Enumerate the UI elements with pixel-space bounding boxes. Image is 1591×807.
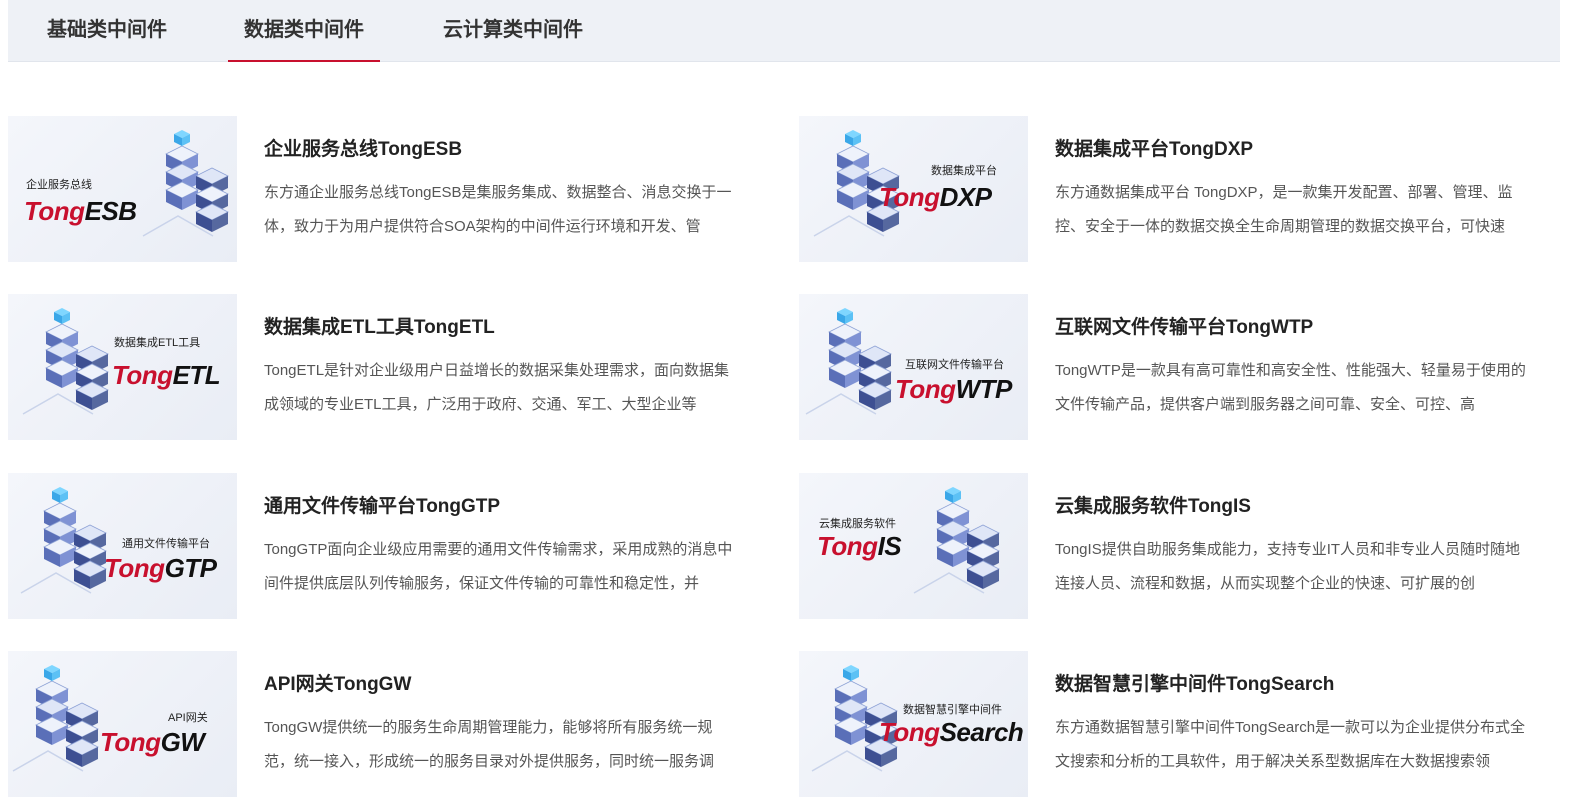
product-title[interactable]: 互联网文件传输平台TongWTP	[1055, 312, 1313, 339]
logo-tong-text: Tong	[100, 727, 161, 757]
product-image[interactable]: 数据集成平台 TongDXP	[799, 116, 1028, 262]
category-tab-bar: 基础类中间件 数据类中间件 云计算类中间件	[8, 0, 1560, 62]
logo-suffix-text: DXP	[939, 182, 992, 212]
tab-basic-middleware[interactable]: 基础类中间件	[28, 0, 186, 61]
product-image-label: 数据集成ETL工具	[114, 337, 201, 349]
product-image-label: 数据智慧引擎中间件	[903, 704, 1002, 716]
product-card[interactable]: 云集成服务软件 TongIS 云集成服务软件TongIS TongIS提供自助服…	[799, 473, 1561, 619]
product-card[interactable]: API网关 TongGW API网关TongGW TongGW提供统一的服务生命…	[8, 651, 770, 797]
product-image[interactable]: 数据集成ETL工具 TongETL	[8, 294, 237, 440]
product-card[interactable]: 数据集成平台 TongDXP 数据集成平台TongDXP 东方通数据集成平台 T…	[799, 116, 1561, 262]
product-title[interactable]: 数据集成平台TongDXP	[1055, 134, 1253, 161]
product-title[interactable]: 通用文件传输平台TongGTP	[264, 491, 500, 518]
logo-suffix-text: WTP	[955, 374, 1013, 404]
product-description: TongIS提供自助服务集成能力，支持专业IT人员和非专业人员随时随地连接人员、…	[1055, 541, 1521, 592]
product-card[interactable]: 数据智慧引擎中间件 TongSearch 数据智慧引擎中间件TongSearch…	[799, 651, 1561, 797]
product-title[interactable]: 数据智慧引擎中间件TongSearch	[1055, 669, 1334, 696]
product-logo: TongWTP	[895, 374, 1012, 405]
product-title[interactable]: API网关TongGW	[264, 669, 411, 696]
logo-tong-text: Tong	[879, 717, 940, 747]
product-description: TongGW提供统一的服务生命周期管理能力，能够将所有服务统一规范，统一接入，形…	[264, 719, 715, 770]
product-image-label: 互联网文件传输平台	[905, 359, 1004, 371]
product-card[interactable]: 数据集成ETL工具 TongETL 数据集成ETL工具TongETL TongE…	[8, 294, 770, 440]
product-image[interactable]: 云集成服务软件 TongIS	[799, 473, 1028, 619]
product-logo: TongGW	[100, 727, 205, 758]
logo-suffix-text: ESB	[84, 196, 137, 226]
logo-tong-text: Tong	[879, 182, 940, 212]
product-description: TongETL是针对企业级用户日益增长的数据采集处理需求，面向数据集成领域的专业…	[264, 362, 730, 413]
product-title[interactable]: 企业服务总线TongESB	[264, 134, 462, 161]
logo-tong-text: Tong	[104, 553, 165, 583]
product-description: TongGTP面向企业级应用需要的通用文件传输需求，采用成熟的消息中间件提供底层…	[264, 541, 733, 592]
product-description: 东方通数据智慧引擎中间件TongSearch是一款可以为企业提供分布式全文搜索和…	[1055, 719, 1526, 770]
tab-data-middleware[interactable]: 数据类中间件	[228, 0, 380, 61]
product-image[interactable]: 企业服务总线 TongESB	[8, 116, 237, 262]
product-image-label: 通用文件传输平台	[122, 538, 210, 550]
logo-tong-text: Tong	[112, 360, 173, 390]
logo-suffix-text: ETL	[172, 360, 221, 390]
product-image[interactable]: 数据智慧引擎中间件 TongSearch	[799, 651, 1028, 797]
logo-tong-text: Tong	[817, 531, 878, 561]
logo-tong-text: Tong	[895, 374, 956, 404]
product-image-label: 企业服务总线	[26, 179, 92, 191]
product-card[interactable]: 互联网文件传输平台 TongWTP 互联网文件传输平台TongWTP TongW…	[799, 294, 1561, 440]
product-logo: TongIS	[817, 531, 902, 562]
product-image[interactable]: 通用文件传输平台 TongGTP	[8, 473, 237, 619]
product-logo: TongETL	[112, 360, 221, 391]
product-card[interactable]: 企业服务总线 TongESB 企业服务总线TongESB 东方通企业服务总线To…	[8, 116, 770, 262]
product-logo: TongGTP	[104, 553, 217, 584]
product-image-label: API网关	[168, 712, 208, 724]
logo-suffix-text: GTP	[164, 553, 217, 583]
product-image[interactable]: 互联网文件传输平台 TongWTP	[799, 294, 1028, 440]
logo-suffix-text: IS	[877, 531, 902, 561]
tab-cloud-middleware[interactable]: 云计算类中间件	[428, 0, 598, 61]
product-logo: TongESB	[24, 196, 137, 227]
product-description: TongWTP是一款具有高可靠性和高安全性、性能强大、轻量易于使用的文件传输产品…	[1055, 362, 1526, 413]
product-description: 东方通数据集成平台 TongDXP，是一款集开发配置、部署、管理、监控、安全于一…	[1055, 184, 1513, 235]
active-tab-indicator	[228, 60, 380, 62]
product-logo: TongDXP	[879, 182, 992, 213]
product-logo: TongSearch	[879, 717, 1024, 748]
product-image-label: 云集成服务软件	[819, 518, 896, 530]
product-title[interactable]: 数据集成ETL工具TongETL	[264, 312, 495, 339]
product-card[interactable]: 通用文件传输平台 TongGTP 通用文件传输平台TongGTP TongGTP…	[8, 473, 770, 619]
logo-suffix-text: GW	[160, 727, 205, 757]
logo-suffix-text: Search	[939, 717, 1024, 747]
product-image[interactable]: API网关 TongGW	[8, 651, 237, 797]
product-image-label: 数据集成平台	[931, 165, 997, 177]
product-description: 东方通企业服务总线TongESB是集服务集成、数据整合、消息交换于一体，致力于为…	[264, 184, 732, 235]
logo-tong-text: Tong	[24, 196, 85, 226]
product-title[interactable]: 云集成服务软件TongIS	[1055, 491, 1251, 518]
